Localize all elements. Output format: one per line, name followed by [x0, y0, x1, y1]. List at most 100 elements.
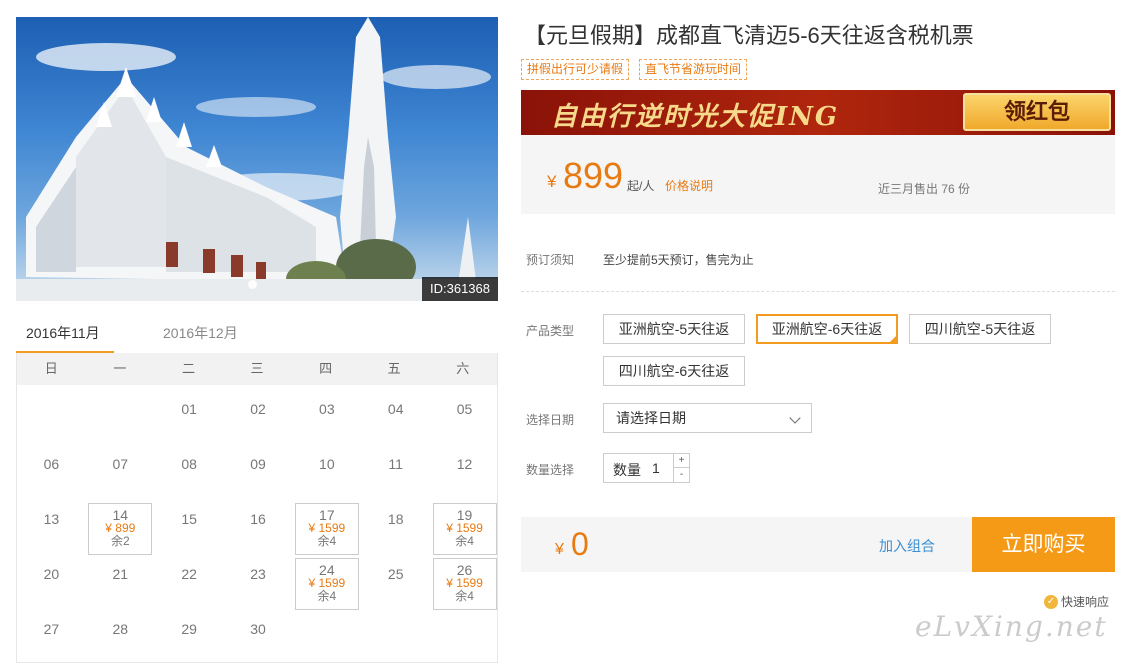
calendar-day: 04: [364, 393, 428, 445]
day-number: 13: [43, 511, 60, 527]
date-label: 选择日期: [526, 413, 575, 427]
currency-symbol: ¥: [547, 172, 557, 191]
calendar-day: 09: [226, 448, 290, 500]
day-number: 24: [319, 562, 335, 578]
day-number: 12: [456, 456, 473, 472]
day-number: 01: [181, 401, 197, 417]
calendar-day: 21: [88, 558, 152, 610]
day-number: 29: [181, 621, 197, 637]
product-title: 【元旦假期】成都直飞清迈5-6天往返含税机票: [524, 23, 974, 48]
day-number: 17: [319, 507, 335, 523]
day-number: 06: [43, 456, 60, 472]
carousel-dot[interactable]: [248, 280, 257, 289]
day-number: 08: [181, 456, 197, 472]
notice-label: 预订须知: [526, 253, 575, 267]
price-amount: 899: [563, 155, 624, 196]
calendar-day: 02: [226, 393, 290, 445]
temple-image: [16, 17, 498, 301]
day-number: 02: [250, 401, 266, 417]
weekday-mon: 一: [113, 361, 127, 376]
total-price: 0: [571, 526, 589, 562]
calendar-day: 27: [19, 613, 83, 664]
weekday-fri: 五: [387, 361, 401, 376]
calendar-day: 29: [157, 613, 221, 664]
notice-text: 至少提前5天预订，售完为止: [603, 253, 754, 267]
date-select[interactable]: 请选择日期: [603, 403, 812, 433]
calendar-day: 30: [226, 613, 290, 664]
fast-response-badge: ✓ 快速响应: [1044, 593, 1109, 610]
price-calendar: 日 一 二 三 四 五 六 01 02 03 04 05 06 07 08 09 10 11 12 13…: [16, 353, 498, 663]
product-photo[interactable]: ID:361368: [16, 17, 498, 301]
type-option-label: 亚洲航空-6天往返: [771, 321, 883, 337]
calendar-day: 28: [88, 613, 152, 664]
fast-response-label: 快速响应: [1061, 595, 1110, 609]
calendar-day: 16: [226, 503, 290, 555]
tag-item: 拼假出行可少请假: [521, 59, 630, 80]
banner-text: 自由行逆时光大促ING: [551, 102, 840, 132]
photo-id-badge: ID:361368: [422, 277, 498, 301]
quantity-label: 数量选择: [526, 463, 575, 477]
calendar-day: 15: [157, 503, 221, 555]
tab-month-nov[interactable]: 2016年11月: [26, 313, 100, 353]
calendar-day: 07: [88, 448, 152, 500]
check-icon: ✓: [889, 335, 895, 342]
checkout-bar: ¥ 0 加入组合 立即购买: [521, 517, 1115, 572]
day-number: 10: [319, 456, 335, 472]
quantity-increase-button[interactable]: +: [673, 454, 689, 468]
calendar-day-available[interactable]: 24 ¥ 1599 余4: [294, 558, 359, 610]
buy-now-button[interactable]: 立即购买: [972, 517, 1115, 572]
sold-count: 近三月售出 76 份: [878, 182, 971, 196]
calendar-day-available[interactable]: 14 ¥ 899 余2: [88, 503, 153, 555]
type-option-sichuan-6d[interactable]: 四川航空-6天往返: [603, 356, 745, 386]
red-packet-button[interactable]: 领红包: [963, 93, 1111, 131]
day-number: 21: [112, 566, 129, 582]
day-number: 30: [250, 621, 266, 637]
type-option-airasia-6d[interactable]: 亚洲航空-6天往返 ✓: [756, 314, 898, 344]
day-number: 09: [250, 456, 266, 472]
promo-banner[interactable]: 自由行逆时光大促ING 领红包: [521, 90, 1115, 135]
day-number: 15: [181, 511, 197, 527]
price-unit: 起/人: [627, 179, 655, 193]
day-number: 28: [112, 621, 129, 637]
calendar-day-available[interactable]: 17 ¥ 1599 余4: [294, 503, 359, 555]
day-number: 23: [250, 566, 266, 582]
price-box: ¥ 899 起/人 价格说明 近三月售出 76 份: [521, 135, 1115, 214]
calendar-day: 13: [19, 503, 83, 555]
divider: [521, 291, 1115, 292]
quantity-decrease-button[interactable]: -: [673, 468, 689, 482]
day-number: 18: [387, 511, 404, 527]
calendar-day: 23: [226, 558, 290, 610]
chevron-down-icon: [789, 412, 801, 424]
calendar-day: 20: [19, 558, 83, 610]
quantity-stepper: 数量 1 + -: [603, 453, 690, 483]
add-combo-link[interactable]: 加入组合: [879, 536, 935, 556]
watermark: eLvXing.net: [915, 610, 1108, 643]
type-option-sichuan-5d[interactable]: 四川航空-5天往返: [909, 314, 1051, 344]
day-number: 20: [43, 566, 60, 582]
day-remaining: 余4: [455, 589, 474, 603]
calendar-day: 12: [433, 448, 497, 500]
day-number: 22: [181, 566, 197, 582]
calendar-day-available[interactable]: 26 ¥ 1599 余4: [432, 558, 497, 610]
calendar-day: 18: [364, 503, 428, 555]
day-number: 05: [456, 401, 473, 417]
quantity-input[interactable]: 1: [652, 460, 660, 476]
calendar-day: 11: [364, 448, 428, 500]
day-number: 11: [388, 456, 403, 472]
type-option-airasia-5d[interactable]: 亚洲航空-5天往返: [603, 314, 745, 344]
calendar-weekday-header: 日 一 二 三 四 五 六: [17, 353, 497, 385]
day-remaining: 余4: [317, 589, 337, 603]
day-remaining: 余4: [317, 534, 337, 548]
day-number: 07: [112, 456, 129, 472]
price-explain-link[interactable]: 价格说明: [665, 177, 713, 194]
quantity-field-label: 数量: [613, 462, 641, 478]
month-tabs: 2016年11月 2016年12月: [16, 313, 498, 354]
total-currency-symbol: ¥: [555, 541, 564, 558]
calendar-day-available[interactable]: 19 ¥ 1599 余4: [432, 503, 497, 555]
tab-month-dec[interactable]: 2016年12月: [163, 313, 238, 353]
calendar-day: 01: [157, 393, 221, 445]
day-number: 25: [387, 566, 404, 582]
calendar-day: 22: [157, 558, 221, 610]
calendar-day: 06: [19, 448, 83, 500]
day-remaining: 余4: [455, 534, 474, 548]
